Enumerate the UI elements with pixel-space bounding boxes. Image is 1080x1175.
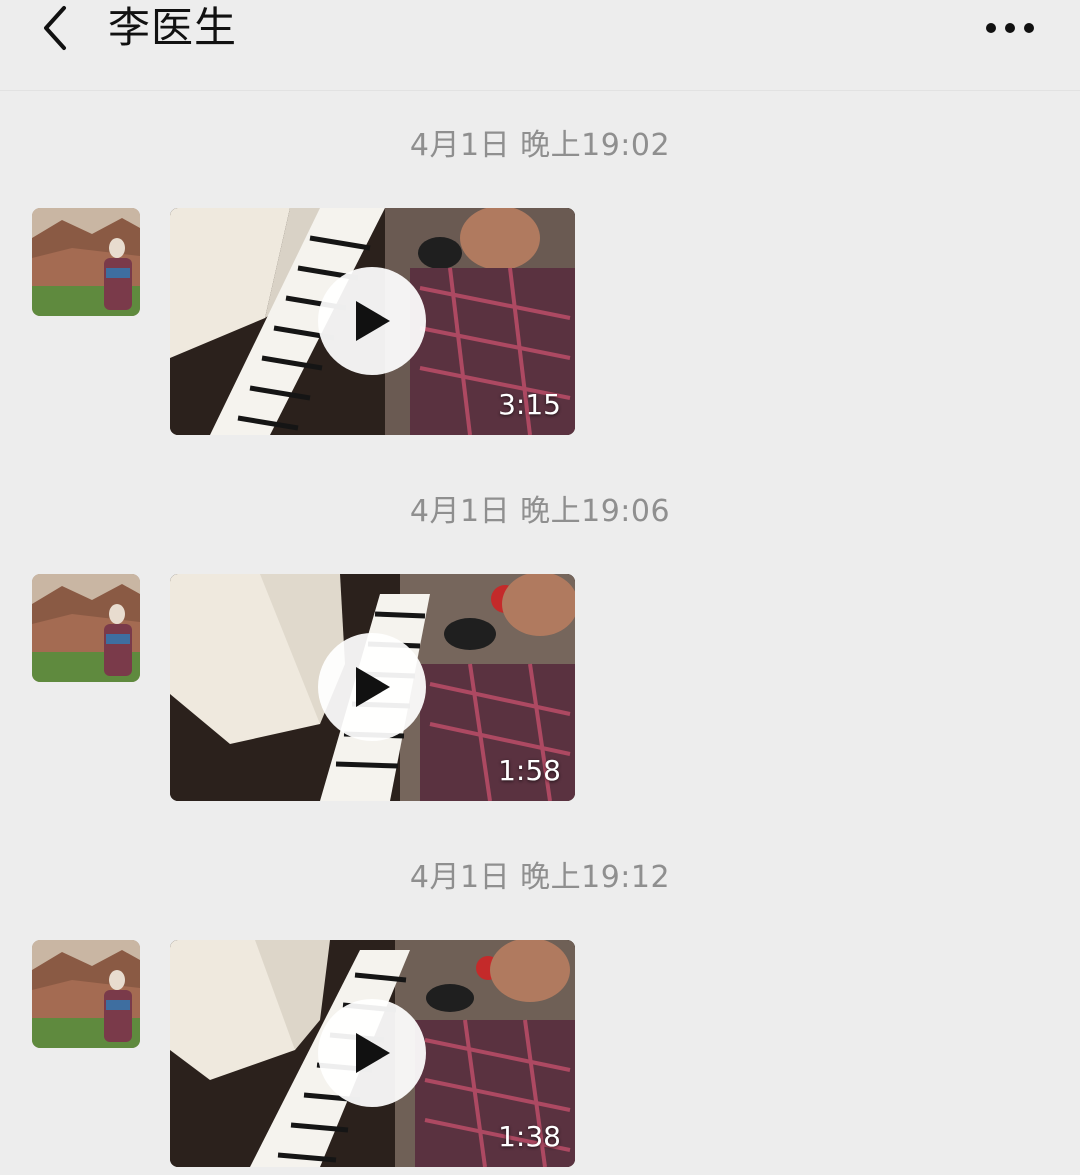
more-dots-icon xyxy=(986,23,1034,33)
play-icon xyxy=(356,1033,390,1073)
chat-header: 李医生 xyxy=(0,0,1080,91)
message-group: 4月1日 晚上19:06 1:58 xyxy=(0,486,1080,806)
play-button[interactable] xyxy=(318,999,426,1107)
avatar-image xyxy=(32,208,140,316)
play-icon xyxy=(356,667,390,707)
play-icon xyxy=(356,301,390,341)
page-title: 李医生 xyxy=(108,3,238,52)
play-button[interactable] xyxy=(318,267,426,375)
message-group: 4月1日 晚上19:12 1:38 xyxy=(0,852,1080,1172)
back-button[interactable] xyxy=(30,0,80,56)
video-message[interactable]: 1:58 xyxy=(170,574,575,801)
chevron-left-icon xyxy=(44,6,66,50)
message-group: 4月1日 晚上19:02 3:15 xyxy=(0,120,1080,440)
avatar[interactable] xyxy=(32,208,140,316)
message-timestamp: 4月1日 晚上19:02 xyxy=(409,128,671,163)
avatar[interactable] xyxy=(32,940,140,1048)
video-message[interactable]: 1:38 xyxy=(170,940,575,1167)
avatar[interactable] xyxy=(32,574,140,682)
video-duration: 3:15 xyxy=(498,388,561,421)
play-button[interactable] xyxy=(318,633,426,741)
avatar-image xyxy=(32,940,140,1048)
video-message[interactable]: 3:15 xyxy=(170,208,575,435)
message-timestamp: 4月1日 晚上19:06 xyxy=(409,494,671,529)
avatar-image xyxy=(32,574,140,682)
video-duration: 1:38 xyxy=(498,1120,561,1153)
more-button[interactable] xyxy=(980,0,1040,56)
message-timestamp: 4月1日 晚上19:12 xyxy=(409,860,671,895)
video-duration: 1:58 xyxy=(498,754,561,787)
